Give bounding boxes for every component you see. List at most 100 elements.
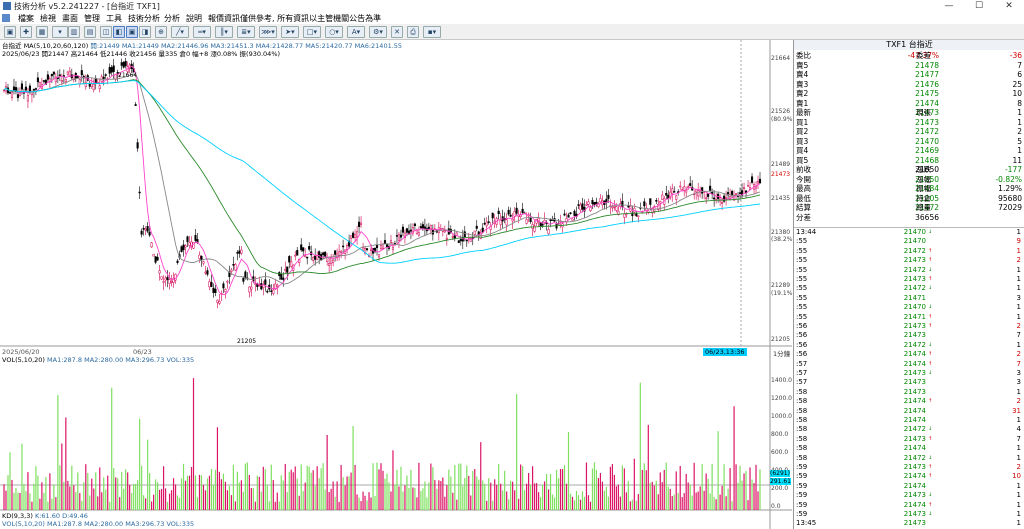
- axis-label-current: 21473: [771, 171, 791, 178]
- volume-bar: [109, 501, 111, 510]
- vline-tool-icon[interactable]: ║▾: [215, 26, 233, 38]
- candle-body: [356, 231, 359, 238]
- candle-body: [230, 269, 233, 272]
- volume-bar: [306, 465, 308, 510]
- menu-technical-analysis[interactable]: 技術分析: [128, 13, 160, 24]
- volume-bar: [432, 467, 434, 510]
- quote-price: 21470: [915, 136, 939, 146]
- axis-label: (80.9%): [771, 116, 795, 123]
- candle-body: [248, 286, 251, 293]
- quote-label: 賣1: [796, 98, 809, 108]
- save-icon[interactable]: ▪▾: [423, 26, 441, 38]
- volume-bar: [665, 462, 667, 510]
- menu-file[interactable]: 檔案: [18, 13, 34, 24]
- chart-type-icon[interactable]: ◫: [100, 26, 112, 38]
- volume-bar: [208, 475, 211, 510]
- volume-bar: [567, 432, 570, 510]
- quote-label: 前收: [796, 165, 811, 174]
- fib-tool-icon[interactable]: ≣▾: [237, 26, 255, 38]
- menu-screen[interactable]: 畫面: [62, 13, 78, 24]
- quote-row: 買1 21473 1: [794, 118, 1024, 127]
- volume-bar: [198, 474, 201, 510]
- candle-body: [242, 277, 245, 282]
- tick-qty: 10: [1012, 472, 1021, 481]
- dropdown-icon[interactable]: ▾: [52, 26, 68, 38]
- close-button[interactable]: ✕: [994, 0, 1024, 12]
- tick-arrow: ↓: [928, 266, 933, 273]
- menu-analysis[interactable]: 分析: [164, 13, 180, 24]
- clear-icon[interactable]: ✕: [391, 26, 403, 38]
- volume-bar: [61, 443, 63, 510]
- menu-view[interactable]: 檢視: [40, 13, 56, 24]
- volume-bar: [468, 475, 470, 510]
- candle-body: [541, 223, 544, 226]
- volume-bar: [667, 486, 669, 510]
- menu-tools[interactable]: 工具: [106, 13, 122, 24]
- volume-bar: [396, 469, 398, 510]
- quote-price: 21650: [915, 165, 939, 174]
- volume-bar: [755, 464, 757, 510]
- arrow-tool-icon[interactable]: ➤▾: [281, 26, 299, 38]
- volume-bar: [272, 480, 274, 510]
- candle-body: [134, 104, 137, 106]
- volume-bar: [141, 465, 143, 510]
- tick-row: :58 21474 1: [794, 444, 1024, 454]
- volume-bar: [450, 476, 452, 510]
- volume-bar: [246, 462, 248, 510]
- quote-price: 21205: [915, 193, 939, 203]
- new-window-icon[interactable]: ▣: [4, 26, 16, 38]
- candle-body: [739, 192, 742, 194]
- candle-body: [218, 301, 221, 304]
- candle-body: [463, 231, 466, 238]
- volume-bar: [687, 482, 689, 510]
- candle-body: [312, 256, 315, 261]
- rect-tool-icon[interactable]: □▾: [303, 26, 321, 38]
- volume-bar: [649, 482, 651, 510]
- price-chart[interactable]: [0, 40, 792, 529]
- candle-body: [108, 67, 111, 74]
- candlestick-icon[interactable]: ◧: [113, 26, 125, 38]
- text-tool-icon[interactable]: A▾: [347, 26, 365, 38]
- settings-tool-icon[interactable]: ⚙▾: [369, 26, 387, 38]
- zoom-icon[interactable]: ⊕: [155, 26, 167, 38]
- tick-time: :58: [796, 425, 808, 434]
- ellipse-tool-icon[interactable]: ○▾: [325, 26, 343, 38]
- line-tool-icon[interactable]: ╱▾: [171, 26, 189, 38]
- volume-bar: [611, 464, 613, 510]
- period-icon[interactable]: ▣: [126, 26, 138, 38]
- candle-body: [607, 194, 610, 199]
- candle-body: [212, 287, 215, 293]
- volume-bar: [725, 496, 727, 510]
- volume-bar: [338, 501, 340, 510]
- volume-bar: [659, 472, 661, 510]
- hline-tool-icon[interactable]: ═▾: [193, 26, 211, 38]
- volume-bar: [65, 417, 67, 510]
- volume-bar: [675, 471, 677, 510]
- menu-manage[interactable]: 管理: [84, 13, 100, 24]
- tick-row: :57 21474 ↑ 7: [794, 360, 1024, 370]
- maximize-button[interactable]: ☐: [964, 0, 994, 12]
- channel-tool-icon[interactable]: ⋙▾: [259, 26, 277, 38]
- volume-bar: [543, 481, 546, 510]
- chart-area[interactable]: 台指近 MA(5,10,20,60,120) 開:21449 MA1:21449…: [0, 40, 795, 529]
- tick-time: :58: [796, 444, 808, 453]
- volume-bar: [87, 473, 89, 510]
- add-icon[interactable]: ✚: [20, 26, 32, 38]
- indicator-icon[interactable]: ▥: [68, 26, 80, 38]
- tick-time: :55: [796, 237, 808, 246]
- table-icon[interactable]: ▤: [84, 26, 96, 38]
- tick-row: :58 21472 ↓ 4: [794, 425, 1024, 435]
- volume-bar: [470, 495, 472, 510]
- volume-bar: [334, 496, 336, 510]
- minimize-button[interactable]: —: [934, 0, 964, 12]
- menu-app-icon[interactable]: [2, 14, 10, 22]
- volume-bar: [639, 382, 641, 510]
- grid-icon[interactable]: ▦: [36, 26, 48, 38]
- volume-bar: [388, 482, 390, 510]
- volume-bar: [29, 493, 31, 510]
- print-icon[interactable]: ⎙: [407, 26, 419, 38]
- candle-body: [206, 270, 209, 275]
- menu-help[interactable]: 說明: [186, 13, 202, 24]
- layout-icon[interactable]: ◨: [139, 26, 151, 38]
- period-label[interactable]: 1分鐘: [773, 348, 790, 358]
